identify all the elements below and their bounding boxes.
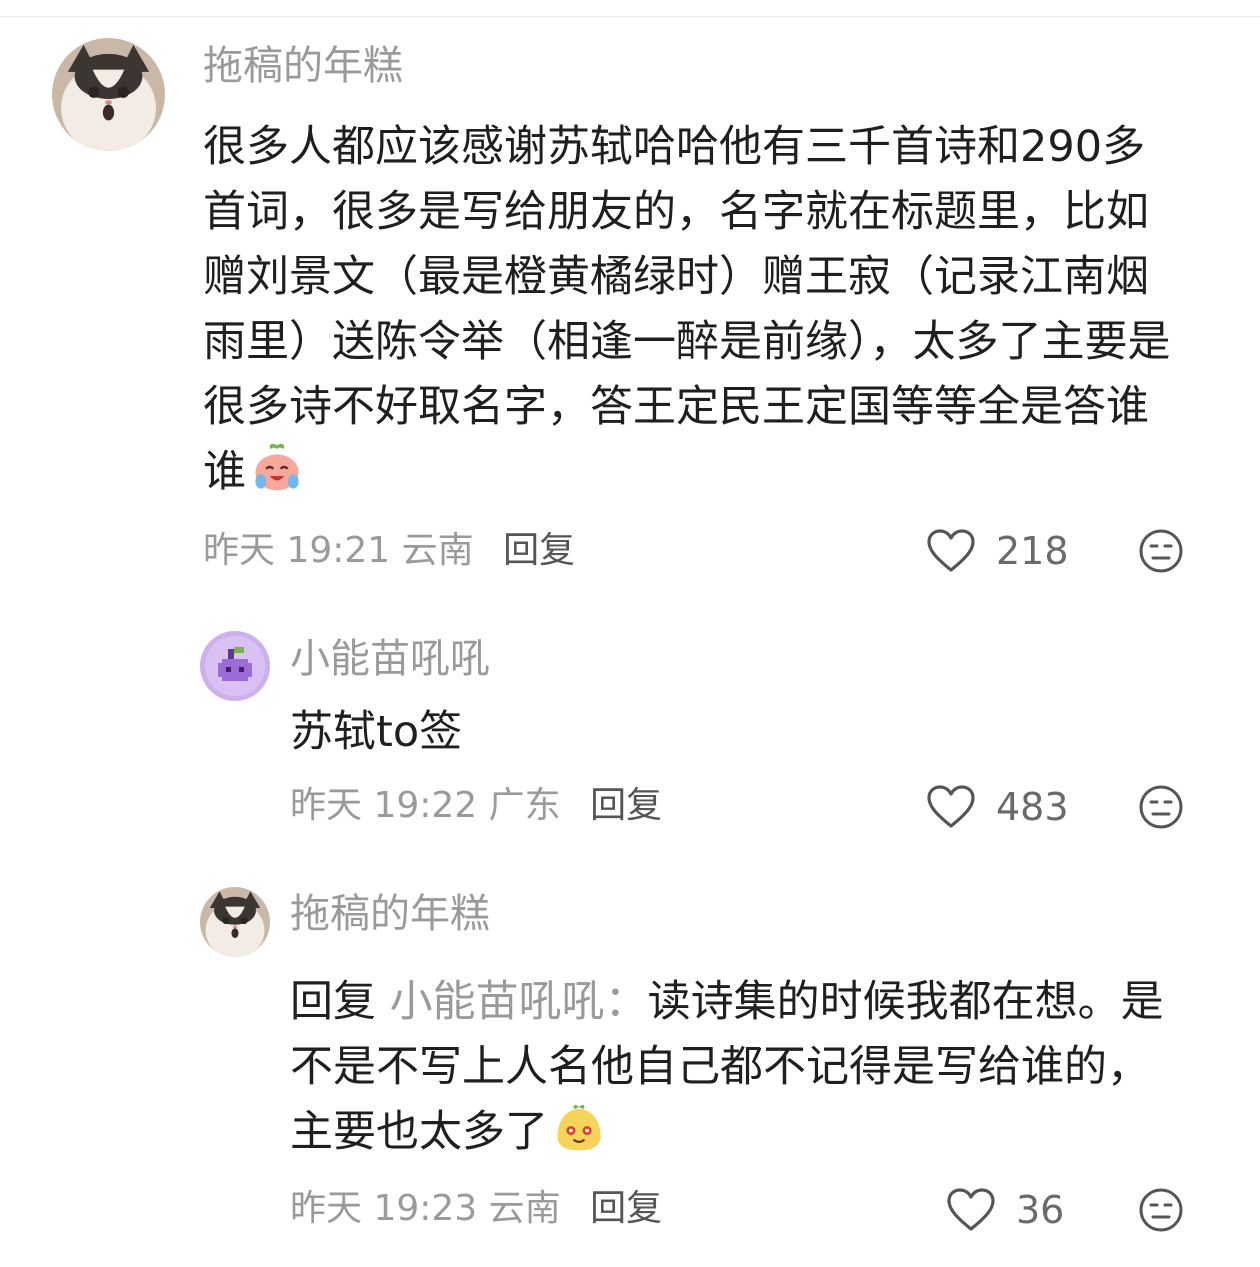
comment-time: 昨天 19:23 [290,1188,478,1229]
comment-body: 苏轼to签 [290,707,463,757]
comment-time: 昨天 19:22 [290,785,478,826]
reply-button[interactable]: 回复 [590,785,662,826]
comment-meta: 昨天 19:23 云南 回复 [290,1185,662,1233]
smiling-bun-emoji [557,1104,601,1151]
user-avatar[interactable] [52,38,165,151]
user-avatar[interactable] [200,887,270,957]
reply-button[interactable]: 回复 [590,1188,662,1229]
like-button[interactable]: 483 [926,783,1069,831]
username[interactable]: 小能苗吼吼 [290,633,490,685]
comment-text: 苏轼to签 [290,700,1180,765]
dislike-face-icon[interactable] [1138,784,1184,830]
dislike-face-icon[interactable] [1138,528,1184,574]
comment-text: 很多人都应该感谢苏轼哈哈他有三千首诗和290多首词，很多是写给朋友的，名字就在标… [203,115,1188,505]
comment-body: 很多人都应该感谢苏轼哈哈他有三千首诗和290多首词，很多是写给朋友的，名字就在标… [203,122,1171,497]
cat-avatar-icon [52,38,165,151]
like-count: 36 [1016,1188,1065,1232]
username[interactable]: 拖稿的年糕 [203,40,403,92]
username[interactable]: 拖稿的年糕 [290,888,490,940]
like-button[interactable]: 36 [946,1186,1064,1234]
comment-location: 广东 [488,785,561,826]
purple-pixel-avatar-icon [200,631,270,701]
reply-to-username[interactable]: 小能苗吼吼： [390,977,648,1027]
cat-avatar-icon [200,887,270,957]
crying-laugh-emoji [255,443,299,491]
reply-prefix: 回复 [290,977,376,1027]
heart-icon [927,529,975,572]
heart-icon [947,1188,995,1231]
comment-location: 云南 [488,1188,561,1229]
comment-text: 回复 小能苗吼吼：读诗集的时候我都在想。是不是不写上人名他自己都不记得是写给谁的… [290,970,1180,1165]
user-avatar[interactable] [200,631,270,701]
reply-button[interactable]: 回复 [503,530,575,571]
top-divider [0,16,1260,17]
comment-meta: 昨天 19:21 云南 回复 [203,527,575,575]
like-button[interactable]: 218 [926,527,1069,575]
comment-time: 昨天 19:21 [203,530,391,571]
heart-icon [927,785,975,828]
dislike-face-icon[interactable] [1138,1187,1184,1233]
comment-location: 云南 [401,530,474,571]
like-count: 218 [996,529,1069,573]
comment-meta: 昨天 19:22 广东 回复 [290,782,662,830]
like-count: 483 [996,785,1069,829]
